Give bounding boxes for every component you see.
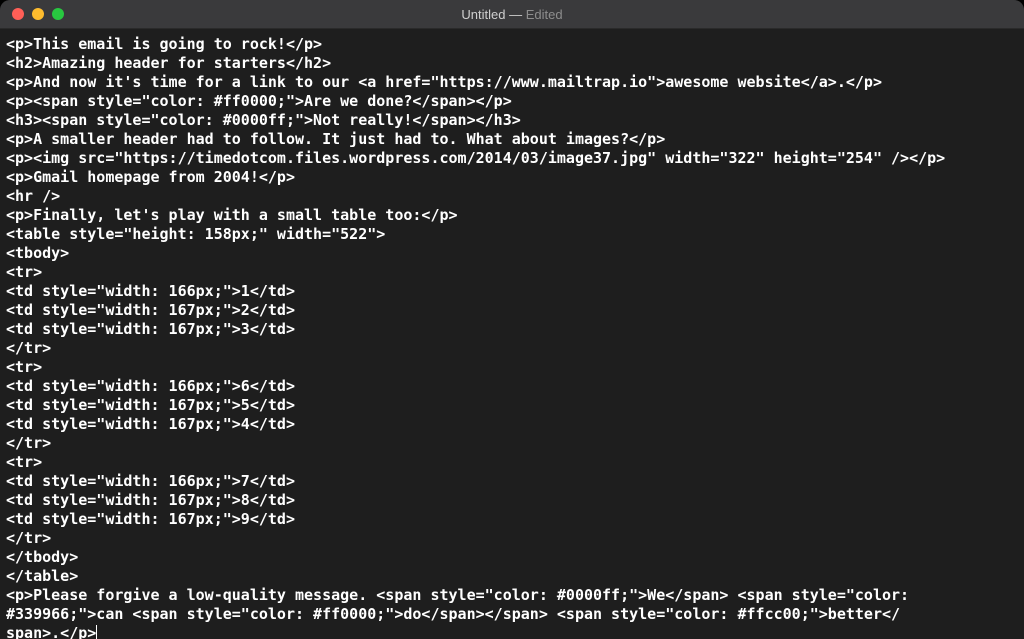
zoom-icon[interactable] bbox=[52, 8, 64, 20]
title-sep: — bbox=[505, 7, 525, 22]
minimize-icon[interactable] bbox=[32, 8, 44, 20]
title-edited: Edited bbox=[526, 7, 563, 22]
editor-window: Untitled — Edited <p>This email is going… bbox=[0, 0, 1024, 639]
window-title: Untitled — Edited bbox=[0, 7, 1024, 22]
titlebar[interactable]: Untitled — Edited bbox=[0, 0, 1024, 29]
traffic-lights bbox=[0, 8, 64, 20]
title-main: Untitled bbox=[461, 7, 505, 22]
code-content[interactable]: <p>This email is going to rock!</p> <h2>… bbox=[6, 35, 1018, 639]
text-cursor bbox=[96, 625, 97, 639]
close-icon[interactable] bbox=[12, 8, 24, 20]
editor-area[interactable]: <p>This email is going to rock!</p> <h2>… bbox=[0, 29, 1024, 639]
